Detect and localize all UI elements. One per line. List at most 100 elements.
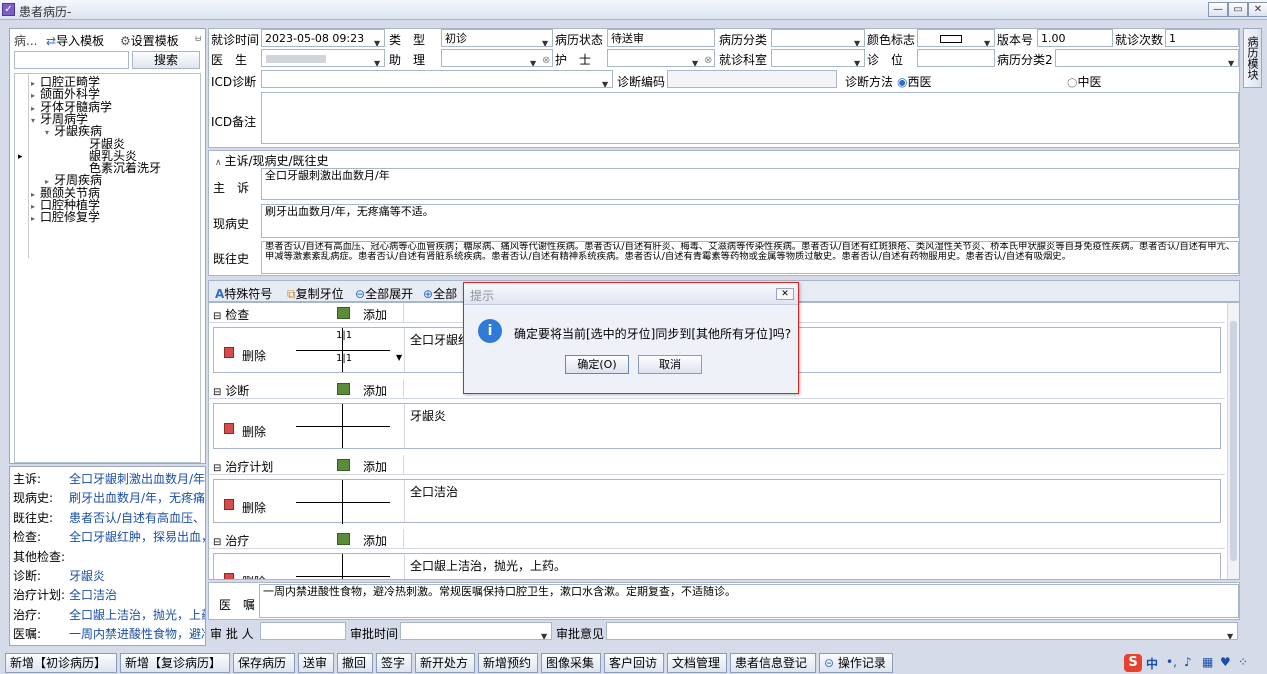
search-button[interactable]: 搜索 [132,51,200,69]
delete-button[interactable]: 删除 [242,499,266,516]
method-west-radio[interactable]: ◉西医 [897,73,932,90]
delete-button[interactable]: 删除 [242,423,266,440]
delete-button[interactable]: 删除 [242,573,266,579]
category-select[interactable]: ▼ [771,29,865,47]
add-icon[interactable] [337,533,350,545]
section-content[interactable]: 牙龈炎 [410,407,446,424]
delete-button[interactable]: 删除 [242,347,266,364]
color-select[interactable]: ▼ [917,29,995,47]
add-button[interactable]: 添加 [363,306,387,323]
section-title[interactable]: ⊟ 诊断 [213,382,249,399]
status-input[interactable]: 待送审 [607,29,715,47]
approver-input[interactable] [260,622,346,640]
scrollbar[interactable] [1227,303,1239,579]
settings-template-button[interactable]: ⚙设置模板 [120,32,179,49]
punctuation-icon[interactable]: •, [1166,655,1177,669]
section-title[interactable]: ⊟ 检查 [213,306,249,323]
approve-opinion-select[interactable]: ▼ [606,622,1238,640]
chevron-down-icon[interactable]: ▼ [396,353,402,362]
tooth-chart[interactable] [296,404,390,448]
add-button[interactable]: 添加 [363,458,387,475]
chevron-down-icon[interactable]: ▾ [31,116,35,125]
special-char-button[interactable]: A特殊符号 [215,285,272,302]
keyboard-icon[interactable]: ▦ [1202,655,1213,669]
section-content[interactable]: 全口牙龈红 [410,331,470,348]
copy-tooth-button[interactable]: ⧉复制牙位 [287,285,344,302]
chevron-right-icon[interactable]: ▸ [31,214,35,223]
add-button[interactable]: 添加 [363,532,387,549]
visit-count-input[interactable]: 1 [1165,29,1239,47]
clear-icon[interactable]: ⊗ [542,52,550,66]
bottom-button[interactable]: ⊝ 操作记录 [819,653,893,673]
position-input[interactable] [917,49,995,67]
advice-input[interactable]: 一周内禁进酸性食物，避冷热刺激。常规医嘱保持口腔卫生，漱口水含漱。定期复查，不适… [259,584,1239,618]
side-tab-record-module[interactable]: 病历模块 [1243,28,1262,88]
bottom-button[interactable]: 新开处方 [415,653,475,673]
chevron-right-icon[interactable]: ▸ [31,104,35,113]
skin-icon[interactable]: ♥ [1220,655,1231,669]
approve-time-input[interactable]: ▼ [400,622,552,640]
icd-code-input[interactable] [667,70,837,88]
microphone-icon[interactable]: ♪ [1184,655,1192,669]
bottom-button[interactable]: 患者信息登记 [730,653,816,673]
bottom-button[interactable]: 文档管理 [667,653,727,673]
history-section-title[interactable]: ∧ 主诉/现病史/既往史 [215,152,329,169]
tooth-chart[interactable] [296,480,390,524]
delete-icon[interactable] [224,423,234,434]
scrollbar-thumb[interactable] [1230,321,1237,561]
dialog-cancel-button[interactable]: 取消 [638,355,702,374]
section-content[interactable]: 全口龈上洁治，抛光，上药。 [410,557,566,574]
tooth-chart[interactable] [296,554,390,579]
chevron-right-icon[interactable]: ▸ [31,79,35,88]
doctor-select[interactable]: ▼ [261,49,385,67]
add-icon[interactable] [337,383,350,395]
visit-time-input[interactable]: 2023-05-08 09:23 ▼ [261,29,385,47]
clear-icon[interactable]: ⊗ [704,52,712,66]
section-content[interactable]: 全口洁治 [410,483,458,500]
category2-select[interactable]: ▼ [1055,49,1239,67]
chief-complaint-input[interactable]: 全口牙龈刺激出血数月/年 [261,168,1239,200]
chevron-right-icon[interactable]: ▸ [31,91,35,100]
chevron-right-icon[interactable]: ▸ [31,202,35,211]
bottom-button[interactable]: 图像采集 [541,653,601,673]
tree-item[interactable]: ▸ 口腔修复学 [31,211,100,223]
delete-icon[interactable] [224,499,234,510]
close-button[interactable]: ✕ [1248,2,1267,17]
chevron-down-icon[interactable]: ▾ [45,128,49,137]
type-select[interactable]: 初诊 ▼ [441,29,553,47]
icd-select[interactable]: ▼ [261,70,613,88]
section-title[interactable]: ⊟ 治疗 [213,532,249,549]
icd-note-input[interactable] [261,92,1239,144]
dialog-close-button[interactable]: ✕ [776,288,794,300]
delete-icon[interactable] [224,573,234,579]
dept-select[interactable]: ▼ [771,49,865,67]
bottom-button[interactable]: 签字 [376,653,412,673]
assistant-select[interactable]: ▼ ⊗ [441,49,553,67]
version-input[interactable]: 1.00 [1037,29,1113,47]
delete-icon[interactable] [224,347,234,358]
maximize-button[interactable]: ▭ [1228,2,1248,17]
expand-all-button[interactable]: ⊖全部展开 [355,285,413,302]
tooth-chart[interactable]: 1|1 1|1 ▼ [296,328,402,372]
bottom-button[interactable]: 保存病历 [233,653,295,673]
bottom-button[interactable]: 客户回访 [604,653,664,673]
pin-icon[interactable]: ㅂ [194,32,202,45]
chevron-right-icon[interactable]: ▸ [31,190,35,199]
bottom-button[interactable]: 送审 [298,653,334,673]
past-history-input[interactable]: 患者否认/自述有高血压、冠心病等心血管疾病；糖尿病、痛风等代谢性疾病。患者否认/… [261,241,1239,274]
collapse-all-button[interactable]: ⊕全部 [423,285,457,302]
add-icon[interactable] [337,307,350,319]
dialog-ok-button[interactable]: 确定(O) [565,355,629,374]
nurse-select[interactable]: ▼ ⊗ [607,49,715,67]
bottom-button[interactable]: 撤回 [337,653,373,673]
toolbox-icon[interactable]: ⁘ [1238,655,1248,669]
import-template-button[interactable]: ⇄导入模板 [46,32,104,49]
sogou-icon[interactable]: S [1124,654,1142,672]
bottom-button[interactable]: 新增【复诊病历】 [120,653,230,673]
present-history-input[interactable]: 刷牙出血数月/年，无疼痛等不适。 [261,204,1239,238]
minimize-button[interactable]: — [1208,2,1228,17]
bottom-button[interactable]: 新增【初诊病历】 [5,653,117,673]
add-button[interactable]: 添加 [363,382,387,399]
bottom-button[interactable]: 新增预约 [478,653,538,673]
ime-mode[interactable]: 中 [1146,655,1158,672]
